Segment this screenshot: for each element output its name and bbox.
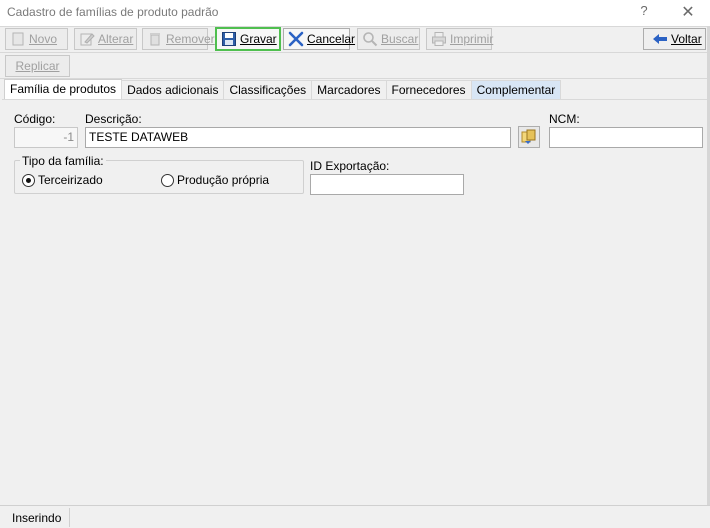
radio-terceirizado-label: Terceirizado xyxy=(38,173,103,187)
codigo-field[interactable]: -1 xyxy=(14,127,78,148)
radio-producao-propria[interactable]: Produção própria xyxy=(161,173,269,187)
radio-terceirizado-indicator xyxy=(22,173,35,187)
radio-producao-propria-label: Produção própria xyxy=(177,173,270,187)
tab-strip: Família de produtos Dados adicionais Cla… xyxy=(4,79,562,100)
tab-fornecedores[interactable]: Fornecedores xyxy=(385,80,472,99)
tab-marcadores[interactable]: Marcadores xyxy=(311,80,387,99)
remover-button[interactable]: Remover xyxy=(142,28,215,50)
search-icon xyxy=(362,31,378,47)
replicar-label: Replicar xyxy=(15,59,60,73)
close-button[interactable]: ✕ xyxy=(678,3,698,23)
descricao-label: Descrição: xyxy=(85,112,142,126)
status-mode: Inserindo xyxy=(4,508,70,527)
lookup-button[interactable] xyxy=(518,126,540,148)
voltar-label: Voltar xyxy=(671,32,702,46)
new-document-icon xyxy=(10,31,26,47)
codigo-label: Código: xyxy=(14,112,56,126)
title-separator xyxy=(0,26,710,27)
gravar-label: Gravar xyxy=(240,32,277,46)
cancelar-button[interactable]: Cancelar xyxy=(283,28,355,50)
tab-familia-de-produtos[interactable]: Família de produtos xyxy=(4,79,123,100)
ncm-field[interactable] xyxy=(549,127,703,148)
save-disk-icon xyxy=(221,31,237,47)
alterar-label: Alterar xyxy=(98,32,134,46)
title-bar: Cadastro de famílias de produto padrão ?… xyxy=(0,0,710,26)
help-button[interactable]: ? xyxy=(636,3,652,21)
id-exportacao-field[interactable] xyxy=(310,174,464,195)
remover-label: Remover xyxy=(166,32,215,46)
cancel-x-icon xyxy=(288,31,304,47)
trash-icon xyxy=(147,31,163,47)
status-bar: Inserindo xyxy=(0,505,710,528)
imprimir-label: Imprimir xyxy=(450,32,494,46)
buscar-label: Buscar xyxy=(381,32,419,46)
id-exportacao-label: ID Exportação: xyxy=(310,159,390,173)
toolbar-separator xyxy=(0,52,710,53)
tab-classificacoes[interactable]: Classificações xyxy=(223,80,313,99)
imprimir-button[interactable]: Imprimir xyxy=(426,28,494,50)
cancelar-label: Cancelar xyxy=(307,32,356,46)
gravar-button[interactable]: Gravar xyxy=(215,27,281,51)
voltar-button[interactable]: Voltar xyxy=(643,28,706,50)
descricao-field[interactable]: TESTE DATAWEB xyxy=(85,127,511,148)
edit-icon xyxy=(79,31,95,47)
window-title: Cadastro de famílias de produto padrão xyxy=(7,5,219,19)
ncm-label: NCM: xyxy=(549,112,580,126)
lookup-icon xyxy=(521,129,536,144)
printer-icon xyxy=(431,31,447,47)
tipo-familia-label: Tipo da família: xyxy=(20,154,106,168)
replicar-button[interactable]: Replicar xyxy=(5,55,70,77)
buscar-button[interactable]: Buscar xyxy=(357,28,420,50)
novo-label: Novo xyxy=(29,32,58,46)
back-arrow-icon xyxy=(652,31,668,47)
radio-terceirizado[interactable]: Terceirizado xyxy=(22,173,103,187)
tab-dados-adicionais[interactable]: Dados adicionais xyxy=(121,80,225,99)
novo-button[interactable]: Novo xyxy=(5,28,68,50)
radio-producao-propria-indicator xyxy=(161,173,174,187)
tab-complementar[interactable]: Complementar xyxy=(470,80,562,99)
alterar-button[interactable]: Alterar xyxy=(74,28,137,50)
